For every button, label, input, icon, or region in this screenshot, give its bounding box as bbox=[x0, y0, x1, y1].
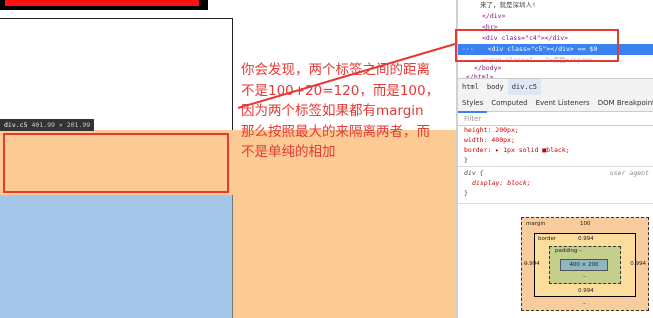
boxmodel-border[interactable]: border 0.994 0.994 0.994 0.994 padding –… bbox=[524, 233, 646, 297]
dom-tag: </body> bbox=[474, 64, 502, 72]
style-prop[interactable]: width: 400px; bbox=[464, 135, 570, 145]
devtools-callout-box bbox=[455, 29, 619, 62]
boxmodel-content[interactable]: 400 × 200 bbox=[560, 259, 608, 271]
tab-styles[interactable]: Styles bbox=[458, 95, 488, 113]
rule-close: } bbox=[464, 156, 468, 164]
divider bbox=[458, 166, 653, 167]
style-rule-div: div { user agent display: block; } bbox=[464, 168, 649, 198]
style-prop[interactable]: border: ▸ 1px solid ■black; bbox=[464, 145, 570, 155]
rule-close: } bbox=[464, 189, 468, 197]
rule-source: user agent bbox=[609, 169, 649, 177]
tab-event-listeners[interactable]: Event Listeners bbox=[532, 95, 594, 111]
browser-page: div.c5 401.99 × 201.99 你会发现，两个标签之间的距离 不是1… bbox=[0, 0, 456, 318]
border-top-value[interactable]: 0.994 bbox=[578, 236, 594, 242]
dom-line[interactable]: </div> bbox=[458, 11, 653, 22]
boxmodel-padding[interactable]: padding – – 400 × 200 bbox=[549, 246, 621, 284]
border-label: border bbox=[538, 236, 557, 242]
styles-filter-input[interactable]: Filter bbox=[458, 112, 653, 126]
border-left-value[interactable]: 0.994 bbox=[524, 261, 540, 267]
border-bottom-value[interactable]: 0.994 bbox=[578, 288, 594, 294]
divider bbox=[458, 203, 653, 204]
crumb-div-c5[interactable]: div.c5 bbox=[507, 79, 542, 95]
dom-line[interactable]: 来了，就是深圳人! bbox=[458, 0, 653, 11]
boxmodel-margin[interactable]: margin 100 – – – border 0.994 0.994 0.99… bbox=[521, 217, 649, 311]
margin-bottom-value[interactable]: – bbox=[583, 301, 586, 307]
tab-computed[interactable]: Computed bbox=[487, 95, 531, 111]
padding-bottom-value[interactable]: – bbox=[583, 274, 586, 280]
margin-top-value[interactable]: 100 bbox=[580, 221, 591, 227]
style-rule-c5: height: 200px; width: 400px; border: ▸ 1… bbox=[464, 125, 570, 165]
breadcrumb: html body div.c5 bbox=[458, 78, 653, 96]
margin-label: margin bbox=[526, 221, 546, 227]
border-right-value[interactable]: 0.994 bbox=[630, 261, 646, 267]
padding-label: padding – bbox=[555, 248, 582, 254]
crumb-body[interactable]: body bbox=[483, 79, 508, 95]
rule-selector: div { bbox=[464, 169, 484, 177]
style-prop[interactable]: height: 200px; bbox=[464, 125, 570, 135]
sidebar-tabs: Styles Computed Event Listeners DOM Breakpo… bbox=[458, 95, 653, 113]
style-prop: display: block; bbox=[472, 179, 531, 187]
annotation-text: 你会发现，两个标签之间的距离 不是100+20=120，而是100， 因为两个标… bbox=[241, 62, 440, 160]
dom-tag: </div> bbox=[482, 12, 506, 20]
tab-dom-breakpoints[interactable]: DOM Breakpoints bbox=[594, 95, 653, 111]
crumb-html[interactable]: html bbox=[458, 79, 483, 95]
